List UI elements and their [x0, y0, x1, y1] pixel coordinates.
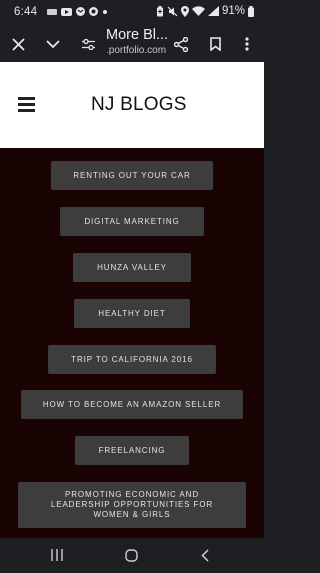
- back-icon: [201, 548, 209, 562]
- url-domain: portfolio.com: [108, 45, 167, 56]
- share-icon: [174, 36, 188, 52]
- chevron-down-icon: [46, 39, 60, 48]
- bookmark-button[interactable]: [204, 33, 226, 55]
- dot-icon: [103, 9, 107, 14]
- signal-icon: [207, 6, 219, 16]
- post-link-hunza-valley[interactable]: HUNZA VALLEY: [73, 253, 191, 282]
- recent-apps-icon: [51, 549, 63, 561]
- hamburger-menu-icon[interactable]: [18, 97, 35, 112]
- posts-list: RENTING OUT YOUR CAR DIGITAL MARKETING H…: [0, 148, 264, 538]
- more-vert-icon: [245, 37, 249, 51]
- page-info-button[interactable]: [77, 33, 99, 55]
- post-link-how-to-become-an-amazon-seller[interactable]: HOW TO BECOME AN AMAZON SELLER: [21, 390, 243, 419]
- gmail-icon: [76, 7, 85, 16]
- more-options-button[interactable]: [236, 33, 258, 55]
- system-status-icons: 91%: [156, 5, 254, 17]
- system-navigation-bar: [0, 538, 264, 573]
- mute-icon: [167, 6, 178, 16]
- minimize-button[interactable]: [42, 33, 64, 55]
- site-header: NJ BLOGS: [0, 62, 264, 148]
- battery-icon: [248, 5, 254, 17]
- post-link-trip-to-california-2016[interactable]: TRIP TO CALIFORNIA 2016: [48, 345, 216, 374]
- battery-percentage: 91%: [221, 5, 245, 17]
- home-button[interactable]: [123, 546, 139, 564]
- back-button[interactable]: [198, 546, 212, 564]
- sim-icon: [47, 8, 57, 15]
- youtube-icon: [61, 7, 72, 16]
- post-link-renting-out-your-car[interactable]: RENTING OUT YOUR CAR: [51, 161, 213, 190]
- location-icon: [180, 5, 189, 17]
- recent-apps-button[interactable]: [50, 546, 64, 564]
- page-title: More Bl...: [106, 27, 169, 43]
- close-tab-button[interactable]: [7, 33, 29, 55]
- battery-saver-icon: [156, 5, 163, 16]
- url-text: .portfolio.com: [106, 45, 166, 56]
- post-link-promoting-economic-and-leadership[interactable]: PROMOTING ECONOMIC AND LEADERSHIP OPPORT…: [18, 482, 246, 528]
- post-link-healthy-diet[interactable]: HEALTHY DIET: [74, 299, 190, 328]
- bookmark-icon: [209, 37, 221, 51]
- post-link-freelancing[interactable]: FREELANCING: [75, 436, 189, 465]
- browser-toolbar: More Bl... .portfolio.com: [0, 26, 264, 62]
- chat-icon: [89, 7, 98, 16]
- close-icon: [11, 37, 25, 51]
- status-bar: 6:44 91%: [0, 0, 264, 26]
- home-icon: [124, 548, 138, 562]
- share-button[interactable]: [170, 33, 192, 55]
- status-time: 6:44: [14, 6, 38, 18]
- post-link-digital-marketing[interactable]: DIGITAL MARKETING: [60, 207, 204, 236]
- site-title[interactable]: NJ BLOGS: [91, 94, 187, 116]
- notification-icons: [47, 7, 108, 16]
- wifi-icon: [191, 6, 205, 16]
- tune-icon: [81, 38, 95, 50]
